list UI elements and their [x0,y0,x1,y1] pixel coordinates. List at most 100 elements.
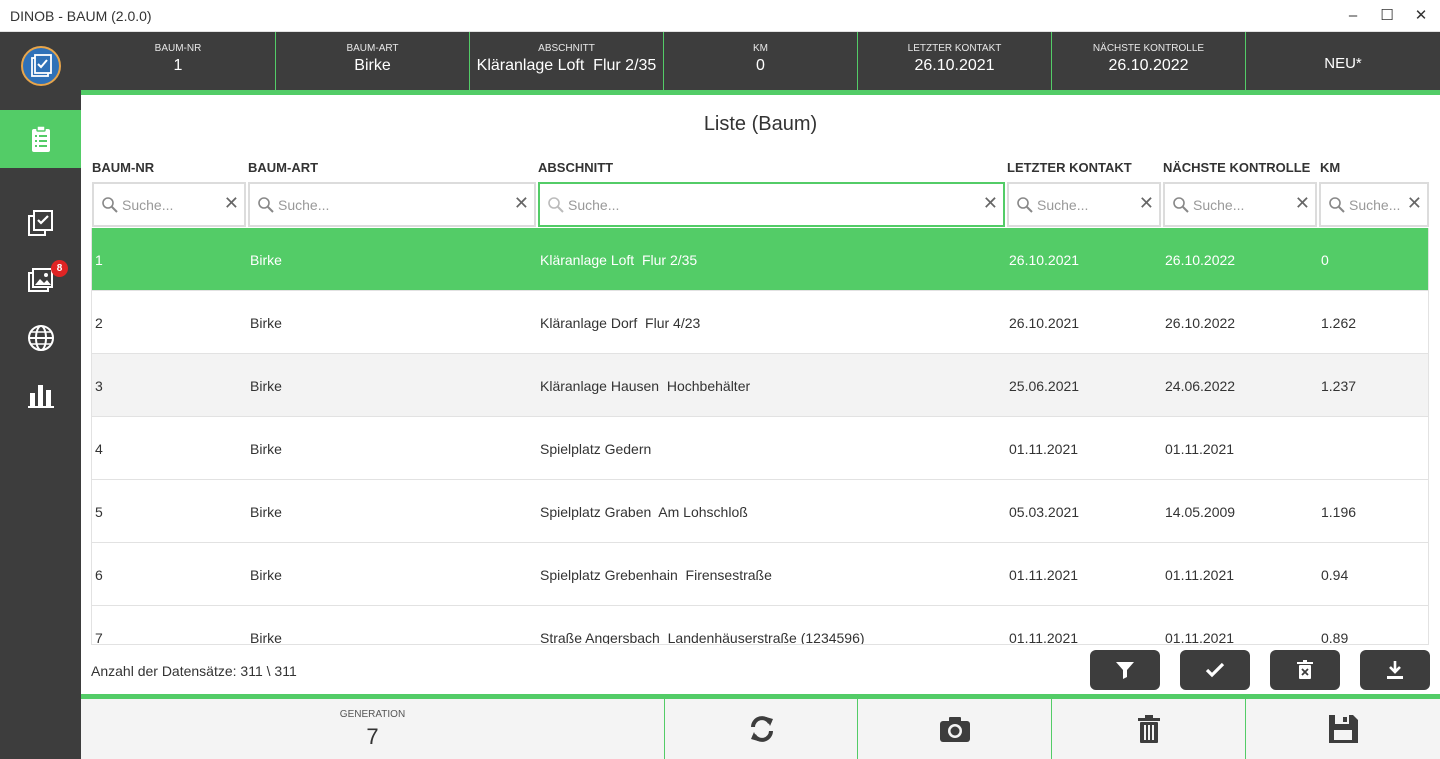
minimize-button[interactable]: – [1337,4,1369,28]
globe-icon[interactable] [25,322,57,354]
confirm-button[interactable] [1180,650,1250,690]
cell-baum-nr: 2 [95,315,103,331]
table-row[interactable]: 2 Birke Kläranlage Dorf Flur 4/23 26.10.… [92,291,1428,354]
delete-button[interactable] [1052,699,1246,759]
window-title: DINOB - BAUM (2.0.0) [10,8,152,24]
cell-km: 1.237 [1321,378,1357,394]
cell-letzter-kontakt: 05.03.2021 [1009,504,1080,520]
cell-abschnitt: Spielplatz Graben Am Lohschloß [540,504,748,520]
photos-badge: 8 [51,260,68,277]
generation-value: 7 [366,724,379,749]
cell-abschnitt: Kläranlage Dorf Flur 4/23 [540,315,701,331]
record-header: BAUM-NR 1 BAUM-ART Birke ABSCHNITT Klära… [81,32,1440,92]
cell-letzter-kontakt: 26.10.2021 [1009,252,1080,268]
cell-letzter-kontakt: 01.11.2021 [1009,630,1079,645]
clear-search-button[interactable]: ✕ [224,193,239,214]
statistics-icon[interactable] [25,379,57,411]
cell-baum-nr: 6 [95,567,103,583]
refresh-icon [751,716,773,742]
table-row[interactable]: 7 Birke Straße Angersbach Landenhäuserst… [92,606,1428,645]
header-label: KM [753,43,768,54]
search-input-baum-nr[interactable] [122,194,222,216]
save-icon [1329,715,1358,743]
footer-bar: GENERATION 7 [81,699,1440,759]
clear-search-button[interactable]: ✕ [514,193,529,214]
clear-search-button[interactable]: ✕ [1295,193,1310,214]
search-input-baum-art[interactable] [278,194,508,216]
header-letzter-kontakt: LETZTER KONTAKT 26.10.2021 [858,32,1052,90]
header-value: 26.10.2021 [914,57,995,74]
search-filter-letzter-kontakt: ✕ [1007,182,1161,227]
header-value: 26.10.2022 [1108,57,1189,74]
search-input-km[interactable] [1349,194,1405,216]
header-label: BAUM-ART [346,43,399,54]
cell-km: 1.196 [1321,504,1357,520]
column-header-naechste-kontrolle[interactable]: NÄCHSTE KONTROLLE [1163,160,1310,175]
new-record-label: NEU* [1324,55,1362,72]
table-row[interactable]: 6 Birke Spielplatz Grebenhain Firensestr… [92,543,1428,606]
cell-abschnitt: Kläranlage Loft Flur 2/35 [540,252,698,268]
download-icon [1387,661,1403,679]
clear-search-button[interactable]: ✕ [1139,193,1154,214]
search-icon [1329,197,1345,213]
clear-filters-button[interactable] [1270,650,1340,690]
camera-button[interactable] [858,699,1052,759]
cell-naechste-kontrolle: 24.06.2022 [1165,378,1236,394]
column-header-km[interactable]: KM [1320,160,1340,175]
header-value: Birke [354,57,391,74]
download-button[interactable] [1360,650,1430,690]
close-button[interactable]: ✕ [1405,4,1437,28]
cell-baum-art: Birke [250,441,282,457]
search-icon [102,197,118,213]
clear-search-button[interactable]: ✕ [1407,193,1422,214]
search-input-naechste-kontrolle[interactable] [1193,194,1293,216]
search-input-abschnitt[interactable] [568,194,978,216]
cell-baum-nr: 1 [95,252,103,268]
table-row[interactable]: 5 Birke Spielplatz Graben Am Lohschloß 0… [92,480,1428,543]
cell-letzter-kontakt: 25.06.2021 [1009,378,1080,394]
cell-letzter-kontakt: 01.11.2021 [1009,567,1079,583]
cell-km: 0 [1321,252,1329,268]
cell-abschnitt: Kläranlage Hausen Hochbehälter [540,378,751,394]
cell-abschnitt: Spielplatz Gedern [540,441,652,457]
cell-km: 1.262 [1321,315,1357,331]
header-label: LETZTER KONTAKT [907,43,1002,54]
header-value: 1 [173,57,183,74]
cell-baum-art: Birke [250,630,282,645]
list-title: Liste (Baum) [703,113,818,135]
table-row[interactable]: 3 Birke Kläranlage Hausen Hochbehälter 2… [92,354,1428,417]
sidebar-item-list[interactable] [0,110,81,168]
save-button[interactable] [1246,699,1440,759]
checklist-icon[interactable] [25,207,57,239]
clipboard-icon [32,125,50,152]
maximize-button[interactable]: ☐ [1371,4,1403,28]
column-header-baum-art[interactable]: BAUM-ART [248,160,318,175]
header-naechste-kontrolle: NÄCHSTE KONTROLLE 26.10.2022 [1052,32,1246,90]
search-input-letzter-kontakt[interactable] [1037,194,1137,216]
header-km: KM 0 [664,32,858,90]
search-icon [1017,197,1033,213]
header-label: BAUM-NR [154,43,202,54]
cell-naechste-kontrolle: 01.11.2021 [1165,567,1235,583]
camera-icon [940,717,970,742]
tree-list-table: 1 Birke Kläranlage Loft Flur 2/35 26.10.… [91,228,1429,645]
table-row[interactable]: 4 Birke Spielplatz Gedern 01.11.2021 01.… [92,417,1428,480]
filter-icon [1116,662,1134,679]
filter-button[interactable] [1090,650,1160,690]
search-filter-km: ✕ [1319,182,1429,227]
cell-letzter-kontakt: 26.10.2021 [1009,315,1080,331]
table-row[interactable]: 1 Birke Kläranlage Loft Flur 2/35 26.10.… [92,228,1428,291]
cell-naechste-kontrolle: 01.11.2021 [1165,441,1235,457]
column-header-baum-nr[interactable]: BAUM-NR [92,160,154,175]
trash-icon [1138,715,1160,743]
refresh-button[interactable] [665,699,858,759]
cell-abschnitt: Spielplatz Grebenhain Firensestraße [540,567,772,583]
sidebar: 8 [0,32,81,759]
header-value: 0 [756,57,765,74]
cell-km: 0.94 [1321,567,1349,583]
column-header-abschnitt[interactable]: ABSCHNITT [538,160,613,175]
new-record-button[interactable]: NEU* [1246,32,1440,90]
cell-baum-art: Birke [250,504,282,520]
clear-search-button[interactable]: ✕ [983,193,998,214]
column-header-letzter-kontakt[interactable]: LETZTER KONTAKT [1007,160,1132,175]
